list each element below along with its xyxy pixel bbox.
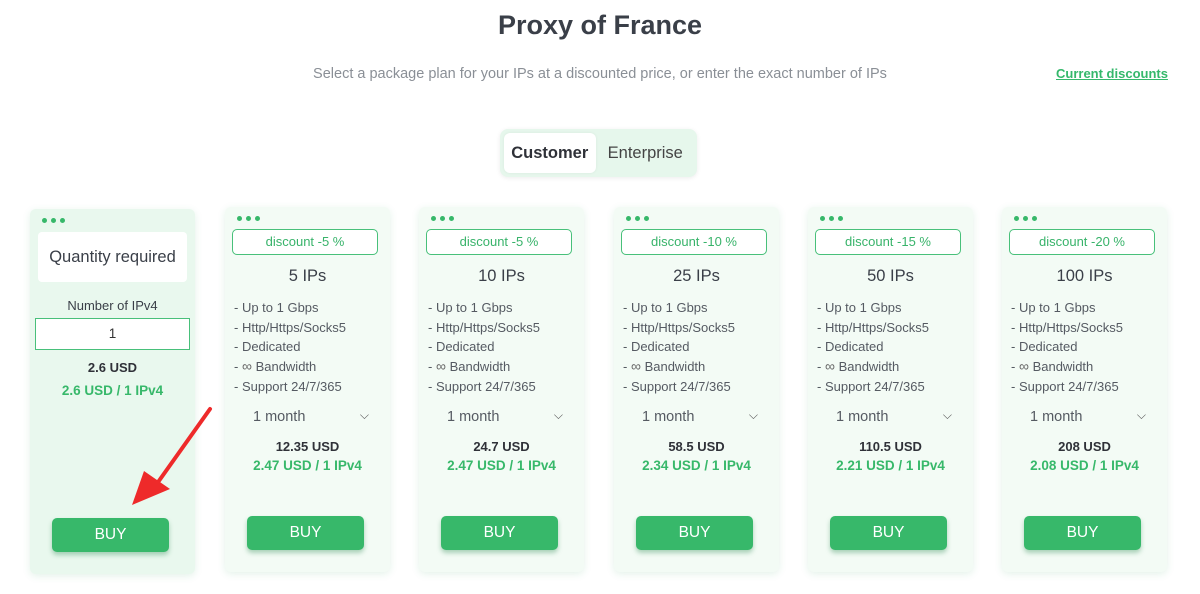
feature-protocols: - Http/Https/Socks5: [428, 319, 540, 335]
plan-total-price: 24.7 USD: [473, 439, 530, 454]
period-value: 1 month: [447, 409, 500, 425]
feature-support: - Support 24/7/365: [1011, 378, 1119, 394]
infinity-icon: ∞: [435, 358, 446, 375]
plan-total-price: 12.35 USD: [275, 439, 340, 454]
period-select[interactable]: 1 month ⌵: [642, 408, 758, 425]
plan-card-25-ips: discount -10 % 25 IPs - Up to 1 Gbps - H…: [614, 207, 779, 572]
infinity-icon: ∞: [241, 358, 252, 375]
infinity-icon: ∞: [630, 358, 641, 375]
chevron-down-icon: ⌵: [748, 408, 758, 422]
feature-support: - Support 24/7/365: [428, 378, 536, 394]
plan-card-10-ips: discount -5 % 10 IPs - Up to 1 Gbps - Ht…: [419, 207, 584, 572]
period-value: 1 month: [253, 409, 306, 425]
plan-features: - Up to 1 Gbps - Http/Https/Socks5 - Ded…: [817, 298, 929, 397]
discount-badge: discount -10 %: [621, 229, 767, 255]
plan-price-per-ip: 2.47 USD / 1 IPv4: [253, 458, 362, 473]
plan-total-price: 208 USD: [1058, 439, 1111, 454]
plan-total-price: 110.5 USD: [859, 439, 922, 454]
infinity-icon: ∞: [824, 358, 835, 375]
infinity-icon: ∞: [1018, 358, 1029, 375]
plan-card-100-ips: discount -20 % 100 IPs - Up to 1 Gbps - …: [1002, 207, 1167, 572]
plan-features: - Up to 1 Gbps - Http/Https/Socks5 - Ded…: [428, 298, 540, 397]
chevron-down-icon: ⌵: [553, 408, 563, 422]
three-dots-icon: [431, 216, 454, 221]
custom-quantity-card: Quantity required Number of IPv4 1 2.6 U…: [30, 209, 195, 574]
chevron-down-icon: ⌵: [359, 408, 369, 422]
three-dots-icon: [42, 218, 65, 223]
custom-price-per-ip: 2.6 USD / 1 IPv4: [61, 383, 164, 398]
feature-protocols: - Http/Https/Socks5: [623, 319, 735, 335]
plan-price-per-ip: 2.08 USD / 1 IPv4: [1030, 458, 1139, 473]
buy-button[interactable]: BUY: [830, 516, 947, 550]
page-title: Proxy of France: [497, 10, 703, 40]
chevron-down-icon: ⌵: [942, 408, 952, 422]
plan-features: - Up to 1 Gbps - Http/Https/Socks5 - Ded…: [623, 298, 735, 397]
page-subtitle: Select a package plan for your IPs at a …: [313, 66, 887, 82]
period-select[interactable]: 1 month ⌵: [253, 408, 369, 425]
current-discounts-link[interactable]: Current discounts: [1056, 66, 1168, 81]
plan-features: - Up to 1 Gbps - Http/Https/Socks5 - Ded…: [1011, 298, 1123, 397]
plan-ip-count: 5 IPs: [288, 267, 327, 285]
period-value: 1 month: [836, 409, 889, 425]
discount-badge: discount -20 %: [1009, 229, 1155, 255]
feature-protocols: - Http/Https/Socks5: [817, 319, 929, 335]
period-value: 1 month: [1030, 409, 1083, 425]
feature-bandwidth: - ∞ Bandwidth: [428, 357, 540, 377]
plan-ip-count: 25 IPs: [673, 267, 720, 285]
period-select[interactable]: 1 month ⌵: [447, 408, 563, 425]
quantity-required-label: Quantity required: [38, 232, 187, 282]
buy-button[interactable]: BUY: [52, 518, 169, 552]
feature-speed: - Up to 1 Gbps: [623, 300, 708, 315]
custom-total-price: 2.6 USD: [87, 360, 138, 375]
feature-bandwidth: - ∞ Bandwidth: [623, 357, 735, 377]
discount-badge: discount -5 %: [232, 229, 378, 255]
feature-dedicated: - Dedicated: [623, 339, 690, 355]
feature-dedicated: - Dedicated: [234, 339, 301, 355]
plan-price-per-ip: 2.21 USD / 1 IPv4: [836, 458, 945, 473]
three-dots-icon: [820, 216, 843, 221]
feature-dedicated: - Dedicated: [428, 339, 495, 355]
plan-price-per-ip: 2.34 USD / 1 IPv4: [642, 458, 751, 473]
plan-features: - Up to 1 Gbps - Http/Https/Socks5 - Ded…: [234, 298, 346, 397]
plan-price-per-ip: 2.47 USD / 1 IPv4: [447, 458, 556, 473]
plan-ip-count: 50 IPs: [867, 267, 914, 285]
period-value: 1 month: [642, 409, 695, 425]
feature-speed: - Up to 1 Gbps: [234, 300, 319, 315]
three-dots-icon: [237, 216, 260, 221]
toggle-customer[interactable]: Customer: [504, 133, 596, 173]
customer-enterprise-toggle: Customer Enterprise: [500, 129, 697, 177]
feature-bandwidth: - ∞ Bandwidth: [817, 357, 929, 377]
feature-bandwidth: - ∞ Bandwidth: [234, 357, 346, 377]
plan-total-price: 58.5 USD: [668, 439, 725, 454]
plan-card-5-ips: discount -5 % 5 IPs - Up to 1 Gbps - Htt…: [225, 207, 390, 572]
feature-support: - Support 24/7/365: [623, 378, 731, 394]
buy-button[interactable]: BUY: [441, 516, 558, 550]
feature-support: - Support 24/7/365: [817, 378, 925, 394]
feature-speed: - Up to 1 Gbps: [1011, 300, 1096, 315]
three-dots-icon: [626, 216, 649, 221]
feature-speed: - Up to 1 Gbps: [428, 300, 513, 315]
feature-support: - Support 24/7/365: [234, 378, 342, 394]
toggle-enterprise[interactable]: Enterprise: [598, 133, 693, 173]
buy-button[interactable]: BUY: [247, 516, 364, 550]
plan-ip-count: 100 IPs: [1056, 267, 1113, 285]
feature-protocols: - Http/Https/Socks5: [234, 319, 346, 335]
buy-button[interactable]: BUY: [1024, 516, 1141, 550]
plan-card-50-ips: discount -15 % 50 IPs - Up to 1 Gbps - H…: [808, 207, 973, 572]
discount-badge: discount -15 %: [815, 229, 961, 255]
buy-button[interactable]: BUY: [636, 516, 753, 550]
discount-badge: discount -5 %: [426, 229, 572, 255]
feature-bandwidth: - ∞ Bandwidth: [1011, 357, 1123, 377]
three-dots-icon: [1014, 216, 1037, 221]
feature-speed: - Up to 1 Gbps: [817, 300, 902, 315]
period-select[interactable]: 1 month ⌵: [1030, 408, 1146, 425]
chevron-down-icon: ⌵: [1136, 408, 1146, 422]
feature-protocols: - Http/Https/Socks5: [1011, 319, 1123, 335]
number-of-ipv4-label: Number of IPv4: [67, 298, 158, 313]
feature-dedicated: - Dedicated: [1011, 339, 1078, 355]
quantity-input[interactable]: 1: [35, 318, 190, 350]
period-select[interactable]: 1 month ⌵: [836, 408, 952, 425]
feature-dedicated: - Dedicated: [817, 339, 884, 355]
plan-ip-count: 10 IPs: [478, 267, 525, 285]
